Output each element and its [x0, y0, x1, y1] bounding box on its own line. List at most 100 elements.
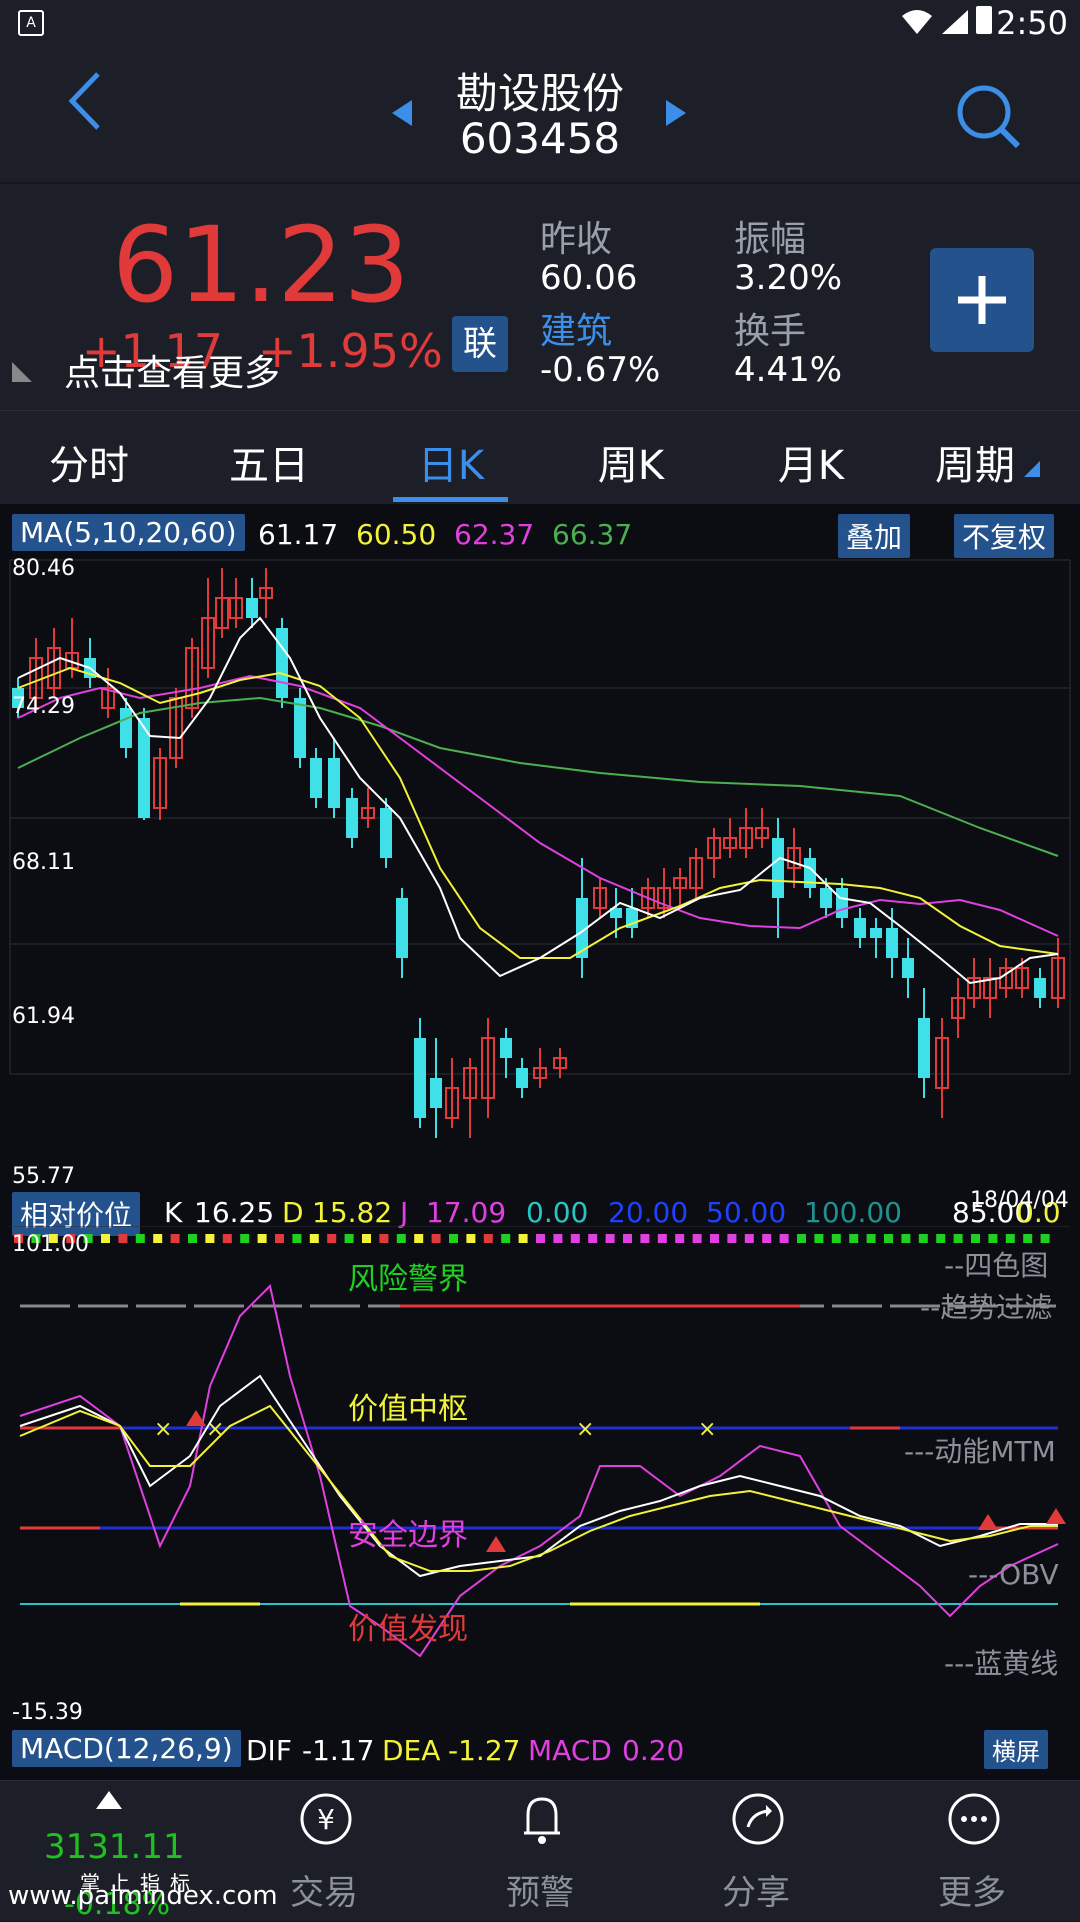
- candle-body: [380, 808, 392, 858]
- four-color-dot: [449, 1234, 458, 1243]
- four-color-dot: [675, 1234, 685, 1243]
- nav-trade[interactable]: ¥ 交易: [244, 1791, 404, 1917]
- four-color-dot: [292, 1234, 302, 1243]
- y-label-3: 68.11: [12, 850, 75, 875]
- tab-daily-k[interactable]: 日K: [376, 433, 526, 491]
- d-value: 15.82: [312, 1196, 393, 1229]
- overlay-button[interactable]: 叠加: [838, 514, 911, 558]
- four-color-dot: [362, 1234, 371, 1243]
- zone-safe-label: 安全边界: [348, 1518, 468, 1553]
- dropdown-triangle-icon: [1024, 461, 1040, 481]
- candle-body: [328, 758, 340, 808]
- tab-intraday[interactable]: 分时: [14, 433, 164, 491]
- four-color-dot: [309, 1234, 319, 1243]
- four-color-dot: [814, 1234, 824, 1243]
- four-color-dot: [501, 1234, 511, 1243]
- four-color-dot: [953, 1234, 963, 1243]
- four-color-dot: [240, 1234, 250, 1243]
- four-color-dot: [396, 1234, 406, 1243]
- collapse-up-icon[interactable]: [96, 1791, 122, 1813]
- more-icon: [948, 1793, 1000, 1845]
- active-tab-indicator: [393, 497, 508, 502]
- j-line: [19, 1284, 1059, 1658]
- four-color-dot: [570, 1234, 580, 1243]
- status-bar: A 2:50: [0, 0, 1080, 46]
- four-color-dot: [744, 1234, 754, 1243]
- tab-weekly-k[interactable]: 周K: [556, 433, 706, 491]
- indicator-chart[interactable]: × × × ×: [0, 1226, 1080, 1730]
- triangle-right-icon: [666, 100, 686, 126]
- macd-indicator-badge[interactable]: MACD(12,26,9): [12, 1730, 241, 1767]
- four-color-dot: [918, 1234, 928, 1243]
- candle-body: [820, 888, 832, 908]
- ma60-line: [17, 696, 1059, 857]
- next-stock-button[interactable]: [664, 98, 688, 132]
- ma10-line: [17, 666, 1059, 959]
- candle-body: [902, 958, 914, 978]
- cross-mark: ×: [576, 1417, 594, 1442]
- macd-value: 0.20: [622, 1734, 685, 1767]
- candle-body: [310, 758, 322, 798]
- ma-indicator-badge[interactable]: MA(5,10,20,60): [12, 514, 245, 551]
- battery-icon: [976, 6, 992, 34]
- nav-more[interactable]: 更多: [892, 1791, 1052, 1917]
- search-button[interactable]: [954, 82, 1024, 156]
- candle-body: [294, 698, 306, 758]
- sector-change: -0.67%: [540, 350, 661, 390]
- four-color-dot: [536, 1234, 545, 1243]
- macd-label: MACD: [528, 1734, 612, 1767]
- index-value[interactable]: 3131.11: [44, 1827, 185, 1867]
- y-label-1: 80.46: [12, 556, 75, 581]
- level-value-2: 20.00: [608, 1196, 689, 1229]
- ma5-line: [17, 616, 1059, 985]
- stock-name: 勘设股份: [455, 69, 624, 118]
- bell-icon: [524, 1797, 560, 1844]
- see-more-link[interactable]: 点击查看更多: [64, 344, 280, 396]
- right-label-3: ---动能MTM: [904, 1435, 1056, 1468]
- j-value: 17.09: [426, 1196, 507, 1229]
- chart-area[interactable]: MA(5,10,20,60) 61.17 60.50 62.37 66.37 叠…: [0, 504, 1080, 1780]
- zone-discover-label: 价值发现: [348, 1612, 468, 1647]
- ma20-value: 62.37: [454, 518, 535, 551]
- bottom-nav: 3131.11 掌上指标 -0.18% www.palmindex.com ¥ …: [0, 1780, 1080, 1922]
- landscape-button[interactable]: 横屏: [984, 1730, 1048, 1769]
- add-watchlist-button[interactable]: [930, 248, 1034, 352]
- nav-share[interactable]: 分享: [676, 1791, 836, 1917]
- four-color-dot: [831, 1234, 841, 1243]
- amplitude-value: 3.20%: [734, 258, 843, 298]
- sector-label[interactable]: 建筑: [540, 302, 612, 354]
- candle-body: [854, 918, 866, 938]
- nav-alert[interactable]: 预警: [460, 1791, 620, 1917]
- svg-text:¥: ¥: [317, 1803, 335, 1836]
- adjust-button[interactable]: 不复权: [954, 514, 1055, 558]
- candlestick-chart[interactable]: [0, 558, 1080, 1194]
- watermark: www.palmindex.com: [8, 1881, 278, 1911]
- plus-icon: [958, 276, 1006, 324]
- nav-more-label: 更多: [938, 1873, 1006, 1913]
- four-color-dot: [936, 1234, 946, 1243]
- candle-body: [886, 928, 898, 958]
- tab-monthly-k[interactable]: 月K: [736, 433, 886, 491]
- turnover-value: 4.41%: [734, 350, 843, 390]
- ma60-value: 66.37: [552, 518, 633, 551]
- link-badge[interactable]: 联: [452, 316, 508, 372]
- dea-value: -1.27: [448, 1734, 521, 1767]
- four-color-dot: [518, 1234, 528, 1243]
- buy-arrow: [978, 1514, 998, 1530]
- four-color-dot: [623, 1234, 632, 1243]
- current-price: 61.23: [112, 204, 410, 326]
- stock-header: 勘设股份 603458: [0, 46, 1080, 182]
- four-color-dot: [483, 1234, 493, 1243]
- level-value-4: 100.00: [804, 1196, 902, 1229]
- four-color-dot: [135, 1234, 145, 1243]
- sub-top-value: 101.00: [12, 1232, 89, 1257]
- candle-body: [836, 888, 848, 918]
- candle-body: [516, 1068, 528, 1088]
- turnover-label: 换手: [734, 311, 807, 352]
- right-label-1: --四色图: [944, 1249, 1049, 1282]
- tab-five-day[interactable]: 五日: [194, 433, 344, 491]
- k-value: 16.25: [194, 1196, 275, 1229]
- y-label-5: 55.77: [12, 1164, 75, 1189]
- stock-code: 603458: [459, 114, 621, 163]
- candle-body: [396, 898, 408, 958]
